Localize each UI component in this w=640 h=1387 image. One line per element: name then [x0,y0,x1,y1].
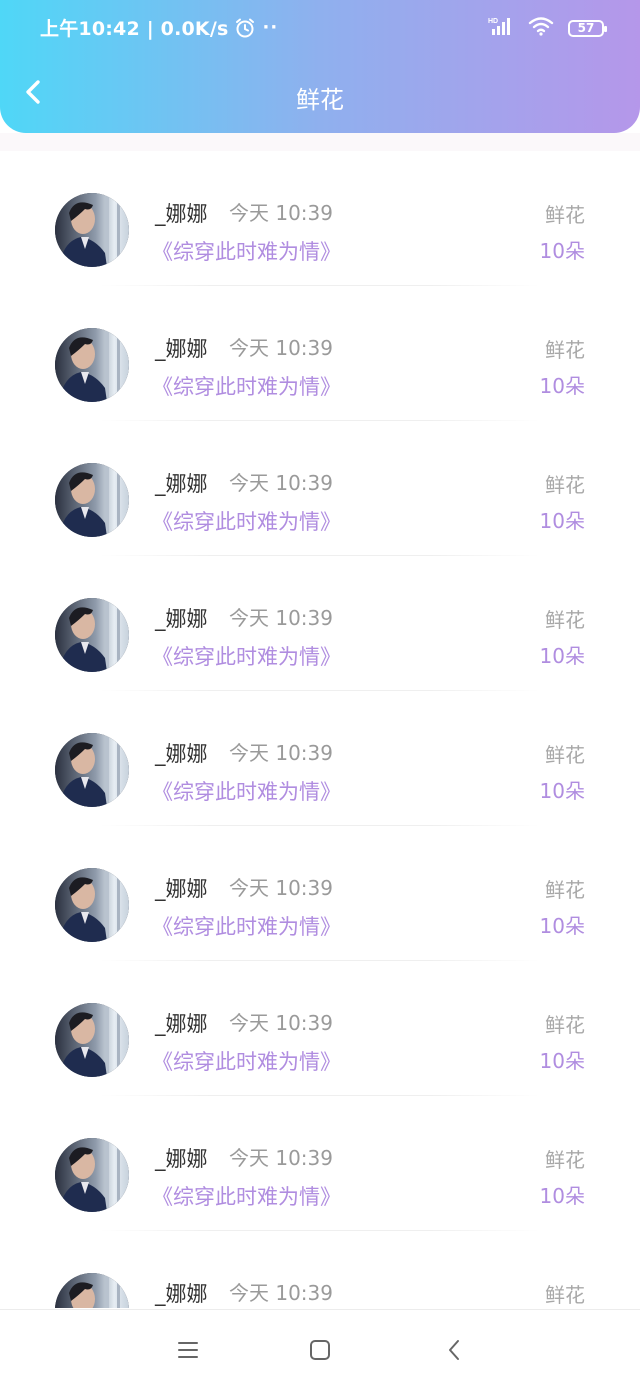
user-name: _娜娜 [155,1012,208,1036]
header-spacer [0,133,640,151]
app-screen: 上午10:42 | 0.0K/s ·· HD 57 鲜花 _娜娜 今天 10:3… [0,0,640,1387]
book-title[interactable]: 《综穿此时难为情》 [152,506,341,536]
user-name: _娜娜 [155,1147,208,1171]
signal-icon: HD [488,16,514,40]
gift-label: 鲜花 [545,473,585,497]
gift-count: 10朵 [539,239,585,263]
book-title[interactable]: 《综穿此时难为情》 [152,776,341,806]
gift-label: 鲜花 [545,1013,585,1037]
gift-time: 今天 10:39 [229,1011,333,1035]
gift-label: 鲜花 [545,608,585,632]
list-item[interactable]: _娜娜 今天 10:39 《综穿此时难为情》 鲜花 10朵 [0,691,640,826]
avatar[interactable] [55,733,129,807]
user-name: _娜娜 [155,337,208,361]
list-item[interactable]: _娜娜 今天 10:39 《综穿此时难为情》 鲜花 10朵 [0,961,640,1096]
user-name: _娜娜 [155,472,208,496]
gift-count: 10朵 [539,779,585,803]
gift-count: 10朵 [539,644,585,668]
status-time-speed: 上午10:42 | 0.0K/s [40,18,229,40]
user-name: _娜娜 [155,877,208,901]
gift-label: 鲜花 [545,743,585,767]
book-title[interactable]: 《综穿此时难为情》 [152,1046,341,1076]
gift-time: 今天 10:39 [229,741,333,765]
gift-count: 10朵 [539,1184,585,1208]
user-name: _娜娜 [155,742,208,766]
alarm-clock-icon [234,17,256,39]
gift-label: 鲜花 [545,878,585,902]
user-name: _娜娜 [155,202,208,226]
gift-count: 10朵 [539,509,585,533]
list-item[interactable]: _娜娜 今天 10:39 《综穿此时难为情》 鲜花 10朵 [0,286,640,421]
gift-label: 鲜花 [545,1148,585,1172]
status-right: HD 57 [488,16,607,40]
system-nav-bar [0,1309,640,1387]
book-title[interactable]: 《综穿此时难为情》 [152,1181,341,1211]
gift-count: 10朵 [539,1049,585,1073]
avatar[interactable] [55,193,129,267]
gift-time: 今天 10:39 [229,336,333,360]
list-item[interactable]: _娜娜 今天 10:39 《综穿此时难为情》 鲜花 10朵 [0,826,640,961]
avatar[interactable] [55,1003,129,1077]
battery-icon: 57 [568,19,607,37]
gift-time: 今天 10:39 [229,876,333,900]
list-item[interactable]: _娜娜 今天 10:39 《综穿此时难为情》 鲜花 10朵 [0,151,640,286]
menu-button[interactable] [172,1334,204,1366]
avatar[interactable] [55,1138,129,1212]
status-dots: ·· [262,17,279,38]
book-title[interactable]: 《综穿此时难为情》 [152,236,341,266]
gift-list[interactable]: _娜娜 今天 10:39 《综穿此时难为情》 鲜花 10朵 _娜娜 今天 10:39 《综穿此… [0,151,640,1308]
gift-count: 10朵 [539,374,585,398]
avatar[interactable] [55,1273,129,1308]
home-square-icon [310,1340,330,1360]
list-item[interactable]: _娜娜 今天 10:39 《综穿此时难为情》 鲜花 10朵 [0,556,640,691]
gift-time: 今天 10:39 [229,606,333,630]
network-label: HD [488,18,498,25]
book-title[interactable]: 《综穿此时难为情》 [152,371,341,401]
list-item[interactable]: _娜娜 今天 10:39 《综穿此时难为情》 鲜花 10朵 [0,1096,640,1231]
user-name: _娜娜 [155,607,208,631]
gift-label: 鲜花 [545,1283,585,1307]
gift-time: 今天 10:39 [229,201,333,225]
avatar[interactable] [55,463,129,537]
gift-label: 鲜花 [545,203,585,227]
avatar[interactable] [55,598,129,672]
gift-count: 10朵 [539,914,585,938]
list-item[interactable]: _娜娜 今天 10:39 《综穿此时难为情》 鲜花 10朵 [0,421,640,556]
gift-label: 鲜花 [545,338,585,362]
status-bar: 上午10:42 | 0.0K/s ·· HD 57 [0,0,640,56]
avatar[interactable] [55,328,129,402]
user-name: _娜娜 [155,1282,208,1306]
gift-time: 今天 10:39 [229,1281,333,1305]
status-left: 上午10:42 | 0.0K/s ·· [40,14,278,41]
header: 上午10:42 | 0.0K/s ·· HD 57 鲜花 [0,0,640,133]
book-title[interactable]: 《综穿此时难为情》 [152,641,341,671]
nav-back-icon [449,1340,459,1360]
avatar[interactable] [55,868,129,942]
gift-time: 今天 10:39 [229,1146,333,1170]
wifi-icon [528,16,554,40]
page-title: 鲜花 [296,86,344,114]
menu-icon [178,1342,198,1358]
nav-back-button[interactable] [438,1334,470,1366]
gift-time: 今天 10:39 [229,471,333,495]
list-item[interactable]: _娜娜 今天 10:39 鲜花 [0,1231,640,1308]
book-title[interactable]: 《综穿此时难为情》 [152,911,341,941]
home-button[interactable] [304,1334,336,1366]
nav-bar: 鲜花 [0,60,640,132]
